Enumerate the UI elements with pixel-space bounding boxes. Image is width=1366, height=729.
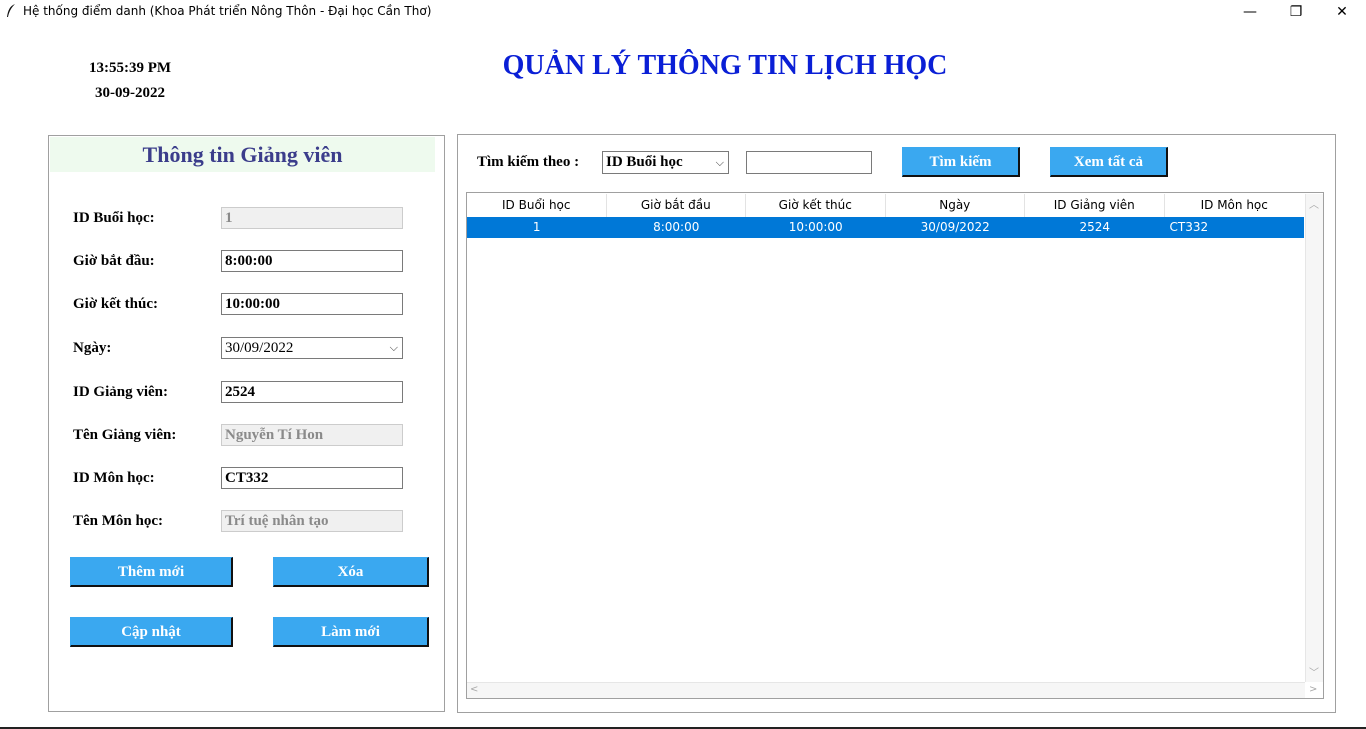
- search-input[interactable]: [746, 151, 872, 174]
- page-title: QUẢN LÝ THÔNG TIN LỊCH HỌC: [502, 50, 948, 81]
- chevron-right-icon[interactable]: >: [1309, 684, 1317, 695]
- table-cell: 1: [532, 220, 541, 234]
- course-id-field[interactable]: CT332: [221, 467, 403, 489]
- table-cell: 2524: [1079, 220, 1111, 234]
- table-cell: CT332: [1169, 220, 1209, 234]
- column-header[interactable]: ID Môn học: [1165, 194, 1305, 217]
- chevron-down-icon[interactable]: ⌵: [390, 338, 398, 358]
- lecturer-id-field[interactable]: 2524: [221, 381, 403, 403]
- clock-date: 30-09-2022: [95, 85, 165, 101]
- course-name-field: Trí tuệ nhân tạo: [221, 510, 403, 532]
- session-id-field: 1: [221, 207, 403, 229]
- maximize-button[interactable]: ❐: [1273, 0, 1319, 24]
- column-header[interactable]: ID Giảng viên: [1025, 194, 1165, 217]
- table-header: ID Buổi học Giờ bắt đầu Giờ kết thúc Ngà…: [467, 194, 1304, 217]
- column-header[interactable]: Giờ kết thúc: [746, 194, 886, 217]
- delete-button[interactable]: Xóa: [273, 557, 429, 587]
- lecturer-id-label: ID Giảng viên:: [73, 384, 169, 400]
- table-row[interactable]: 1 8:00:00 10:00:00 30/09/2022 2524 CT332: [467, 217, 1304, 238]
- feather-icon: [6, 4, 16, 18]
- course-id-label: ID Môn học:: [73, 470, 155, 486]
- table-cell: 8:00:00: [653, 220, 700, 234]
- course-name-label: Tên Môn học:: [73, 513, 163, 529]
- panel-header: Thông tin Giảng viên: [50, 137, 435, 172]
- lecturer-name-field: Nguyễn Tí Hon: [221, 424, 403, 446]
- start-time-label: Giờ bắt đầu:: [73, 253, 155, 269]
- search-button[interactable]: Tìm kiếm: [902, 147, 1020, 177]
- lecturer-name-label: Tên Giảng viên:: [73, 427, 177, 443]
- view-all-button[interactable]: Xem tất cả: [1050, 147, 1168, 177]
- vertical-scrollbar[interactable]: ︿ ﹀: [1305, 194, 1323, 682]
- clock-time: 13:55:39 PM: [88, 60, 172, 76]
- column-header[interactable]: Ngày: [886, 194, 1025, 217]
- search-field-value: ID Buổi học: [606, 154, 683, 170]
- update-button[interactable]: Cập nhật: [70, 617, 233, 647]
- chevron-down-icon[interactable]: ﹀: [1309, 664, 1319, 679]
- chevron-up-icon[interactable]: ︿: [1309, 196, 1319, 211]
- table-cell: 10:00:00: [788, 220, 843, 234]
- chevron-left-icon[interactable]: <: [470, 684, 478, 695]
- schedule-table[interactable]: [466, 192, 1324, 699]
- start-time-field[interactable]: 8:00:00: [221, 250, 403, 272]
- window-title: Hệ thống điểm danh (Khoa Phát triển Nông…: [23, 4, 432, 18]
- minimize-button[interactable]: —: [1227, 0, 1273, 24]
- date-label: Ngày:: [73, 340, 112, 356]
- search-by-label: Tìm kiếm theo :: [477, 154, 580, 170]
- end-time-field[interactable]: 10:00:00: [221, 293, 403, 315]
- date-value: 30/09/2022: [225, 340, 294, 356]
- session-id-label: ID Buổi học:: [73, 210, 155, 226]
- horizontal-scrollbar[interactable]: < >: [467, 682, 1317, 698]
- chevron-down-icon[interactable]: ⌵: [716, 152, 724, 173]
- end-time-label: Giờ kết thúc:: [73, 296, 158, 312]
- date-picker[interactable]: 30/09/2022 ⌵: [221, 337, 403, 359]
- add-button[interactable]: Thêm mới: [70, 557, 233, 587]
- close-button[interactable]: ✕: [1319, 0, 1365, 24]
- column-header[interactable]: ID Buổi học: [467, 194, 607, 217]
- refresh-button[interactable]: Làm mới: [273, 617, 429, 647]
- column-header[interactable]: Giờ bắt đầu: [607, 194, 746, 217]
- search-field-select[interactable]: ID Buổi học ⌵: [602, 151, 729, 174]
- table-cell: 30/09/2022: [920, 220, 990, 234]
